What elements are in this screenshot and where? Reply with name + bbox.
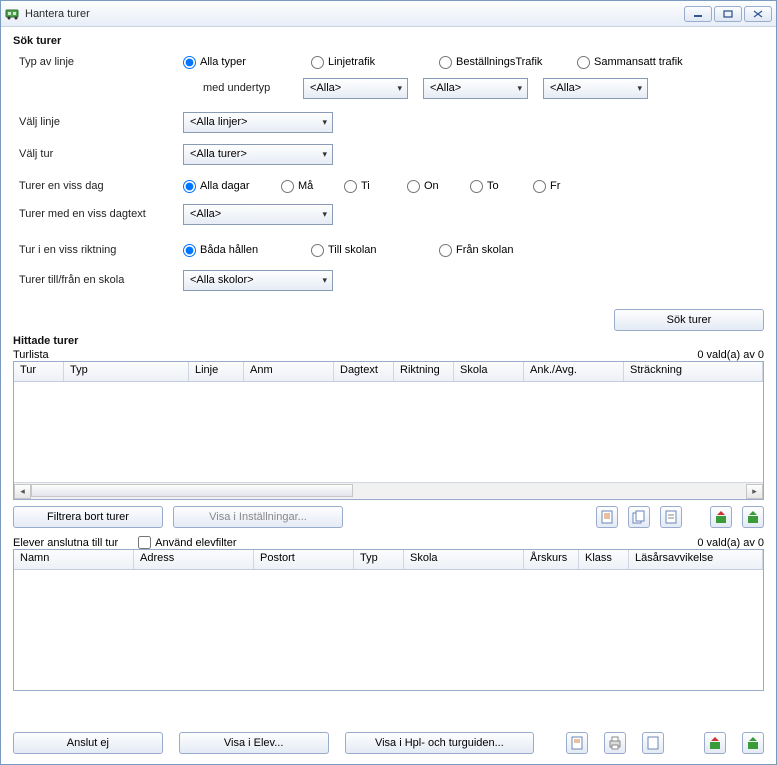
- th-adress[interactable]: Adress: [134, 550, 254, 569]
- students-title: Elever anslutna till tur: [13, 537, 118, 549]
- found-count: 0 vald(a) av 0: [697, 349, 764, 361]
- daytext-label: Turer med en viss dagtext: [13, 208, 183, 220]
- th-ankavg[interactable]: Ank./Avg.: [524, 362, 624, 381]
- day-label: Turer en viss dag: [13, 180, 183, 192]
- school-select[interactable]: <Alla skolor>: [183, 270, 333, 291]
- th-strackning[interactable]: Sträckning: [624, 362, 763, 381]
- dont-attach-button[interactable]: Anslut ej: [13, 732, 163, 754]
- school-label: Turer till/från en skola: [13, 274, 183, 286]
- th-linje[interactable]: Linje: [189, 362, 244, 381]
- scroll-right-icon[interactable]: ▸: [746, 484, 763, 499]
- scroll-thumb[interactable]: [31, 484, 353, 497]
- radio-day-on[interactable]: On: [407, 180, 462, 193]
- radio-type-samman[interactable]: Sammansatt trafik: [577, 56, 683, 69]
- students-count: 0 vald(a) av 0: [697, 537, 764, 549]
- th-typ2[interactable]: Typ: [354, 550, 404, 569]
- students-tbody[interactable]: [14, 570, 763, 690]
- search-title: Sök turer: [13, 35, 764, 47]
- radio-type-all[interactable]: Alla typer: [183, 56, 303, 69]
- th-riktning[interactable]: Riktning: [394, 362, 454, 381]
- found-table: Tur Typ Linje Anm Dagtext Riktning Skola…: [13, 361, 764, 500]
- document-icon[interactable]: [660, 506, 682, 528]
- radio-day-all[interactable]: Alla dagar: [183, 180, 273, 193]
- line-label: Välj linje: [13, 116, 183, 128]
- radio-type-best[interactable]: BeställningsTrafik: [439, 56, 569, 69]
- line-select[interactable]: <Alla linjer>: [183, 112, 333, 133]
- export-green-icon[interactable]: [742, 506, 764, 528]
- export-red-icon[interactable]: [710, 506, 732, 528]
- minimize-button[interactable]: [684, 6, 712, 22]
- radio-dir-both[interactable]: Båda hållen: [183, 244, 303, 257]
- radio-dir-to[interactable]: Till skolan: [311, 244, 431, 257]
- th-tur[interactable]: Tur: [14, 362, 64, 381]
- radio-day-fr[interactable]: Fr: [533, 180, 560, 193]
- found-thead: Tur Typ Linje Anm Dagtext Riktning Skola…: [14, 362, 763, 382]
- window: Hantera turer Sök turer Typ av linje All…: [0, 0, 777, 765]
- tour-label: Välj tur: [13, 148, 183, 160]
- app-icon: [5, 6, 21, 22]
- th-arskurs[interactable]: Årskurs: [524, 550, 579, 569]
- radio-dir-from[interactable]: Från skolan: [439, 244, 513, 257]
- th-postort[interactable]: Postort: [254, 550, 354, 569]
- maximize-button[interactable]: [714, 6, 742, 22]
- radio-day-mo[interactable]: Må: [281, 180, 336, 193]
- subtype-label: med undertyp: [183, 82, 303, 94]
- show-in-student-button[interactable]: Visa i Elev...: [179, 732, 329, 754]
- found-hscroll[interactable]: ◂ ▸: [14, 482, 763, 499]
- subtype-select-3[interactable]: <Alla>: [543, 78, 648, 99]
- copy-icon[interactable]: [628, 506, 650, 528]
- content: Sök turer Typ av linje Alla typer Linjet…: [1, 27, 776, 764]
- th-namn[interactable]: Namn: [14, 550, 134, 569]
- th-lasar[interactable]: Läsårsavvikelse: [629, 550, 763, 569]
- type-label: Typ av linje: [13, 56, 183, 68]
- close-button[interactable]: [744, 6, 772, 22]
- print-icon[interactable]: [604, 732, 626, 754]
- dir-label: Tur i en viss riktning: [13, 244, 183, 256]
- scroll-left-icon[interactable]: ◂: [14, 484, 31, 499]
- daytext-select[interactable]: <Alla>: [183, 204, 333, 225]
- show-settings-button[interactable]: Visa i Inställningar...: [173, 506, 343, 528]
- page-icon[interactable]: [596, 506, 618, 528]
- th-skola[interactable]: Skola: [454, 362, 524, 381]
- use-filter-checkbox[interactable]: Använd elevfilter: [138, 536, 236, 549]
- window-buttons: [684, 6, 772, 22]
- tour-select[interactable]: <Alla turer>: [183, 144, 333, 165]
- turlista-label: Turlista: [13, 349, 49, 361]
- radio-type-linje[interactable]: Linjetrafik: [311, 56, 431, 69]
- radio-day-to[interactable]: To: [470, 180, 525, 193]
- show-in-guide-button[interactable]: Visa i Hpl- och turguiden...: [345, 732, 535, 754]
- search-button[interactable]: Sök turer: [614, 309, 764, 331]
- filter-button[interactable]: Filtrera bort turer: [13, 506, 163, 528]
- th-anm[interactable]: Anm: [244, 362, 334, 381]
- students-table: Namn Adress Postort Typ Skola Årskurs Kl…: [13, 549, 764, 691]
- students-thead: Namn Adress Postort Typ Skola Årskurs Kl…: [14, 550, 763, 570]
- th-typ[interactable]: Typ: [64, 362, 189, 381]
- page-icon-2[interactable]: [566, 732, 588, 754]
- th-klass[interactable]: Klass: [579, 550, 629, 569]
- radio-day-ti[interactable]: Ti: [344, 180, 399, 193]
- subtype-select-1[interactable]: <Alla>: [303, 78, 408, 99]
- export-green-icon-2[interactable]: [742, 732, 764, 754]
- th-skola2[interactable]: Skola: [404, 550, 524, 569]
- found-title: Hittade turer: [13, 335, 764, 347]
- blank-page-icon[interactable]: [642, 732, 664, 754]
- window-title: Hantera turer: [25, 8, 684, 20]
- export-red-icon-2[interactable]: [704, 732, 726, 754]
- titlebar: Hantera turer: [1, 1, 776, 27]
- th-dagtext[interactable]: Dagtext: [334, 362, 394, 381]
- subtype-select-2[interactable]: <Alla>: [423, 78, 528, 99]
- found-tbody[interactable]: [14, 382, 763, 482]
